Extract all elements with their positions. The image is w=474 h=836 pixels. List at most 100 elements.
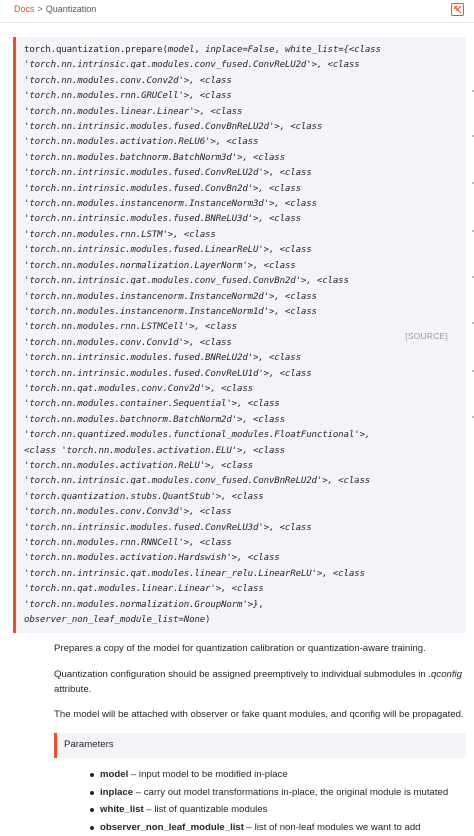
parameters-heading: Parameters	[54, 733, 466, 758]
signature-line: 'torch.nn.qat.modules.conv.Conv2d'>, <cl…	[24, 382, 424, 397]
signature-token: ,	[274, 45, 285, 55]
signature-line: 'torch.nn.modules.linear.Linear'>, <clas…	[24, 105, 424, 120]
signature-arg: 'torch.nn.intrinsic.qat.modules.conv_fus…	[24, 60, 359, 70]
signature-arg: 'torch.nn.quantized.modules.functional_m…	[24, 430, 370, 440]
parameter-name: observer_non_leaf_module_list	[100, 822, 244, 833]
signature-token: )	[205, 615, 210, 625]
pdf-download-button[interactable]	[451, 3, 464, 16]
signature-arg: 'torch.nn.intrinsic.modules.fused.ConvBn…	[24, 184, 301, 194]
parameter-item: model – input model to be modified in-pl…	[100, 766, 470, 784]
signature-line: 'torch.nn.intrinsic.qat.modules.conv_fus…	[24, 474, 424, 489]
signature-line: 'torch.nn.intrinsic.modules.fused.ConvRe…	[24, 166, 424, 181]
qconfig-attribute: .qconfig	[428, 669, 462, 680]
breadcrumb: Docs>Quantization	[14, 4, 96, 14]
signature-line: 'torch.nn.modules.activation.ReLU6'>, <c…	[24, 135, 424, 150]
signature-arg: 'torch.nn.intrinsic.modules.fused.ConvBn…	[24, 122, 322, 132]
signature-line: 'torch.nn.modules.conv.Conv2d'>, <class	[24, 74, 424, 89]
signature-line: 'torch.nn.modules.rnn.GRUCell'>, <class	[24, 89, 424, 104]
parameters-heading-label: Parameters	[64, 739, 114, 750]
signature-line: 'torch.quantization.stubs.QuantStub'>, <…	[24, 490, 424, 505]
signature-arg: 'torch.nn.intrinsic.qat.modules.conv_fus…	[24, 276, 349, 286]
signature-line: 'torch.nn.modules.normalization.LayerNor…	[24, 259, 424, 274]
signature-arg: 'torch.nn.modules.activation.ReLU'>, <cl…	[24, 461, 253, 471]
signature-arg: 'torch.nn.modules.activation.Hardswish'>…	[24, 553, 280, 563]
function-signature: torch.quantization.prepare(model, inplac…	[13, 37, 466, 633]
signature-line: observer_non_leaf_module_list=None)	[24, 613, 424, 628]
signature-arg: 'torch.quantization.stubs.QuantStub'>, <…	[24, 492, 264, 502]
signature-arg: 'torch.nn.intrinsic.modules.fused.ConvRe…	[24, 369, 312, 379]
signature-line: 'torch.nn.modules.rnn.RNNCell'>, <class	[24, 536, 424, 551]
signature-token: torch.quantization.prepare(	[24, 45, 168, 55]
parameter-description: – input model to be modified in-place	[128, 769, 287, 780]
signature-line: 'torch.nn.intrinsic.qat.modules.conv_fus…	[24, 274, 424, 289]
signature-line: 'torch.nn.intrinsic.modules.fused.Linear…	[24, 243, 424, 258]
signature-line: 'torch.nn.modules.batchnorm.BatchNorm3d'…	[24, 151, 424, 166]
signature-arg: 'torch.nn.intrinsic.modules.fused.Linear…	[24, 245, 312, 255]
signature-line: 'torch.nn.intrinsic.modules.fused.BNReLU…	[24, 212, 424, 227]
description-text: Quantization configuration should be ass…	[54, 669, 428, 680]
signature-line: 'torch.nn.intrinsic.qat.modules.linear_r…	[24, 567, 424, 582]
signature-arg: 'torch.nn.modules.normalization.LayerNor…	[24, 261, 296, 271]
breadcrumb-current: Quantization	[46, 4, 97, 14]
signature-arg: 'torch.nn.modules.batchnorm.BatchNorm2d'…	[24, 415, 285, 425]
top-bar: Docs>Quantization	[0, 0, 474, 23]
signature-line: 'torch.nn.modules.instancenorm.InstanceN…	[24, 305, 424, 320]
parameter-name: white_list	[100, 804, 144, 815]
description-paragraph-2: Quantization configuration should be ass…	[54, 667, 464, 697]
description-paragraph-3: The model will be attached with observer…	[54, 707, 464, 722]
signature-arg: 'torch.nn.modules.normalization.GroupNor…	[24, 600, 258, 610]
signature-arg: 'torch.nn.modules.rnn.GRUCell'>, <class	[24, 91, 232, 101]
signature-arg: inplace=False	[205, 45, 274, 55]
signature-arg: 'torch.nn.modules.activation.ReLU6'>, <c…	[24, 137, 258, 147]
parameter-item: white_list – list of quantizable modules	[100, 801, 470, 819]
signature-line: 'torch.nn.intrinsic.modules.fused.ConvRe…	[24, 521, 424, 536]
parameter-description: – list of quantizable modules	[144, 804, 268, 815]
signature-line: 'torch.nn.qat.modules.linear.Linear'>, <…	[24, 582, 424, 597]
signature-line: 'torch.nn.modules.instancenorm.InstanceN…	[24, 197, 424, 212]
signature-line: 'torch.nn.intrinsic.modules.fused.ConvRe…	[24, 367, 424, 382]
parameter-description: – list of non-leaf modules we want to ad…	[244, 822, 421, 833]
signature-arg: 'torch.nn.qat.modules.linear.Linear'>, <…	[24, 584, 264, 594]
description-text-cont: attribute.	[54, 684, 91, 695]
signature-line: 'torch.nn.quantized.modules.functional_m…	[24, 428, 424, 443]
signature-arg: 'torch.nn.modules.rnn.LSTM'>, <class	[24, 230, 216, 240]
signature-line: 'torch.nn.modules.activation.ReLU'>, <cl…	[24, 459, 424, 474]
parameter-item: inplace – carry out model transformation…	[100, 784, 470, 802]
signature-arg: 'torch.nn.modules.instancenorm.InstanceN…	[24, 199, 317, 209]
signature-line: 'torch.nn.intrinsic.modules.fused.ConvBn…	[24, 120, 424, 135]
signature-line: 'torch.nn.modules.conv.Conv1d'>, <class	[24, 336, 424, 351]
signature-arg: 'torch.nn.modules.rnn.LSTMCell'>, <class	[24, 322, 237, 332]
signature-arg: observer_non_leaf_module_list=None	[24, 615, 205, 625]
signature-line: 'torch.nn.modules.container.Sequential'>…	[24, 397, 424, 412]
signature-arg: 'torch.nn.modules.container.Sequential'>…	[24, 399, 280, 409]
signature-arg: 'torch.nn.modules.conv.Conv1d'>, <class	[24, 338, 232, 348]
signature-line: 'torch.nn.modules.rnn.LSTMCell'>, <class	[24, 320, 424, 335]
signature-arg: 'torch.nn.intrinsic.modules.fused.BNReLU…	[24, 353, 301, 363]
signature-arg: 'torch.nn.intrinsic.modules.fused.ConvRe…	[24, 168, 312, 178]
signature-arg: 'torch.nn.intrinsic.qat.modules.conv_fus…	[24, 476, 370, 486]
signature-arg: <class 'torch.nn.modules.activation.ELU'…	[24, 446, 285, 456]
signature-token: ,	[194, 45, 205, 55]
signature-arg: 'torch.nn.modules.batchnorm.BatchNorm3d'…	[24, 153, 285, 163]
signature-line: 'torch.nn.modules.batchnorm.BatchNorm2d'…	[24, 413, 424, 428]
signature-line: <class 'torch.nn.modules.activation.ELU'…	[24, 444, 424, 459]
signature-arg: 'torch.nn.modules.instancenorm.InstanceN…	[24, 307, 317, 317]
signature-line: 'torch.nn.modules.rnn.LSTM'>, <class	[24, 228, 424, 243]
source-link[interactable]: [SOURCE]	[405, 331, 448, 341]
breadcrumb-separator: >	[38, 4, 43, 14]
signature-code: torch.quantization.prepare(model, inplac…	[24, 43, 424, 628]
signature-arg: 'torch.nn.intrinsic.modules.fused.BNReLU…	[24, 214, 301, 224]
signature-arg: 'torch.nn.modules.conv.Conv3d'>, <class	[24, 507, 232, 517]
signature-arg: 'torch.nn.modules.conv.Conv2d'>, <class	[24, 76, 232, 86]
breadcrumb-docs-link[interactable]: Docs	[14, 4, 35, 14]
parameter-name: model	[100, 769, 128, 780]
signature-token: ,	[258, 600, 263, 610]
parameters-list: model – input model to be modified in-pl…	[100, 766, 470, 836]
signature-line: 'torch.nn.modules.conv.Conv3d'>, <class	[24, 505, 424, 520]
parameter-name: inplace	[100, 787, 133, 798]
signature-line: 'torch.nn.intrinsic.modules.fused.BNReLU…	[24, 351, 424, 366]
signature-arg: 'torch.nn.intrinsic.modules.fused.ConvRe…	[24, 523, 312, 533]
signature-arg: 'torch.nn.modules.rnn.RNNCell'>, <class	[24, 538, 232, 548]
signature-arg: 'torch.nn.intrinsic.qat.modules.linear_r…	[24, 569, 365, 579]
signature-line: torch.quantization.prepare(model, inplac…	[24, 43, 424, 58]
